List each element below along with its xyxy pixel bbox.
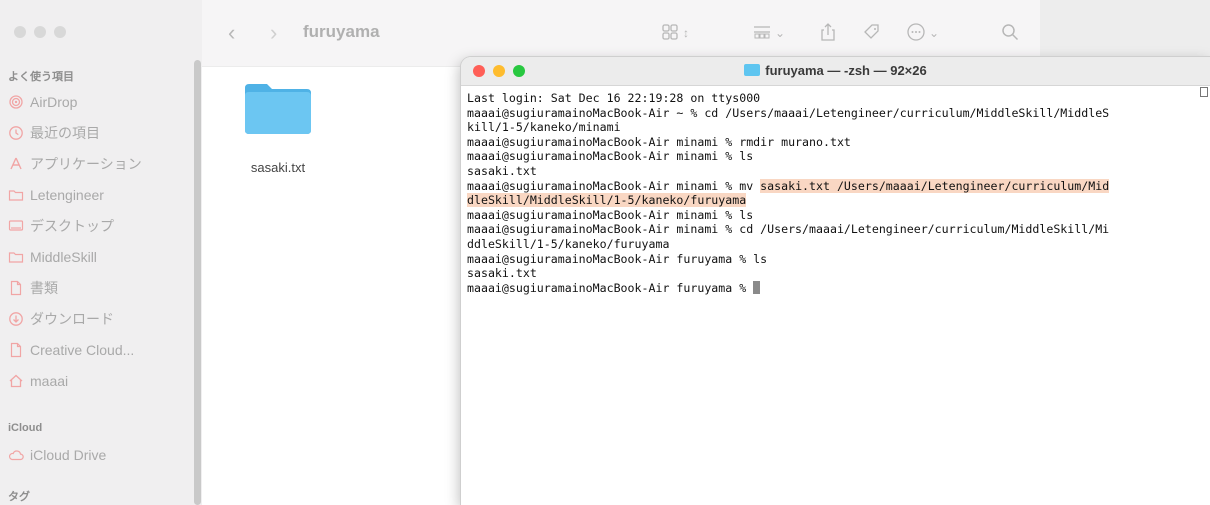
- terminal-titlebar[interactable]: furuyama — -zsh — 92×26: [461, 57, 1210, 86]
- desktop-icon: [8, 218, 24, 234]
- group-icon: [752, 22, 772, 45]
- terminal-line: sasaki.txt: [467, 266, 537, 281]
- sidebar-item-applications[interactable]: アプリケーション: [8, 152, 142, 176]
- sidebar-item-label: maaai: [30, 373, 69, 389]
- terminal-cursor: [753, 280, 761, 294]
- tag-icon: [862, 22, 882, 45]
- document-icon: [8, 342, 24, 358]
- forward-button[interactable]: ›: [270, 20, 277, 46]
- folder-icon: [243, 82, 313, 134]
- sidebar-item-label: Creative Cloud...: [30, 342, 135, 358]
- more-icon: [906, 22, 926, 45]
- grid-view-icon: [660, 22, 680, 45]
- chevron-down-icon: ⌄: [775, 26, 786, 40]
- terminal-prompt: maaai@sugiuramainoMacBook-Air minami % m…: [467, 178, 761, 193]
- sidebar-item-downloads[interactable]: ダウンロード: [8, 307, 114, 331]
- view-mode-button[interactable]: ↕: [660, 22, 689, 44]
- folder-icon: [744, 64, 761, 76]
- terminal-title: furuyama — -zsh — 92×26: [461, 63, 1210, 78]
- terminal-selection: dleSkill/MiddleSkill/1-5/kaneko/furuyama: [467, 193, 747, 208]
- terminal-line: maaai@sugiuramainoMacBook-Air minami % r…: [467, 134, 851, 149]
- sidebar-item-recents[interactable]: 最近の項目: [8, 121, 100, 145]
- sidebar-scrollbar[interactable]: [194, 60, 201, 505]
- terminal-selection: sasaki.txt /Users/maaai/Letengineer/curr…: [760, 178, 1110, 193]
- terminal-line: maaai@sugiuramainoMacBook-Air minami % c…: [467, 222, 1110, 237]
- home-icon: [8, 373, 24, 389]
- apps-icon: [8, 156, 24, 172]
- terminal-line: maaai@sugiuramainoMacBook-Air furuyama %: [467, 280, 1204, 296]
- sidebar-item-creative-cloud[interactable]: Creative Cloud...: [8, 338, 134, 362]
- finder-sidebar: よく使う項目 AirDrop 最近の項目 アプリケーション Letenginee…: [0, 0, 202, 505]
- sidebar-item-airdrop[interactable]: AirDrop: [8, 90, 77, 114]
- terminal-line: dleSkill/MiddleSkill/1-5/kaneko/furuyama: [467, 193, 1204, 208]
- sidebar-section-icloud: iCloud: [8, 422, 43, 434]
- chevron-updown-icon: ↕: [683, 26, 689, 40]
- sidebar-item-documents[interactable]: 書類: [8, 276, 58, 300]
- airdrop-icon: [8, 94, 24, 110]
- terminal-prompt: maaai@sugiuramainoMacBook-Air furuyama %: [467, 280, 754, 295]
- file-item[interactable]: sasaki.txt: [228, 82, 328, 175]
- chevron-down-icon: ⌄: [929, 26, 940, 40]
- terminal-line: maaai@sugiuramainoMacBook-Air minami % l…: [467, 207, 754, 222]
- zoom-button[interactable]: [54, 26, 66, 38]
- clock-icon: [8, 125, 24, 141]
- terminal-line: maaai@sugiuramainoMacBook-Air minami % m…: [467, 178, 1204, 194]
- sidebar-item-icloud-drive[interactable]: iCloud Drive: [8, 443, 106, 467]
- sidebar-item-letengineer[interactable]: Letengineer: [8, 183, 104, 207]
- terminal-output[interactable]: Last login: Sat Dec 16 22:19:28 on ttys0…: [461, 86, 1210, 295]
- terminal-line: maaai@sugiuramainoMacBook-Air furuyama %…: [467, 251, 768, 266]
- sidebar-item-label: ダウンロード: [30, 311, 114, 327]
- terminal-line: maaai@sugiuramainoMacBook-Air minami % l…: [467, 149, 754, 164]
- search-icon: [1000, 22, 1020, 45]
- sidebar-item-label: 書類: [30, 280, 58, 296]
- sidebar-item-label: AirDrop: [30, 94, 78, 110]
- group-button[interactable]: ⌄: [752, 22, 785, 44]
- terminal-title-text: furuyama — -zsh — 92×26: [765, 63, 927, 78]
- share-icon: [818, 22, 838, 45]
- sidebar-item-middleskill[interactable]: MiddleSkill: [8, 245, 97, 269]
- cloud-icon: [8, 447, 24, 463]
- terminal-scrollbar[interactable]: [1200, 85, 1210, 505]
- minimize-button[interactable]: [34, 26, 46, 38]
- sidebar-item-desktop[interactable]: デスクトップ: [8, 214, 114, 238]
- terminal-line: ddleSkill/1-5/kaneko/furuyama: [467, 236, 670, 251]
- search-button[interactable]: [1000, 22, 1020, 44]
- terminal-line: kill/1-5/kaneko/minami: [467, 120, 621, 135]
- terminal-line: Last login: Sat Dec 16 22:19:28 on ttys0…: [467, 91, 761, 105]
- folder-icon: [8, 187, 24, 203]
- window-title: furuyama: [303, 22, 380, 41]
- sidebar-section-tags: タグ: [8, 491, 30, 503]
- back-button[interactable]: ‹: [228, 20, 235, 46]
- tag-button[interactable]: [862, 22, 882, 44]
- sidebar-item-label: MiddleSkill: [30, 249, 97, 265]
- sidebar-item-label: 最近の項目: [30, 125, 100, 141]
- sidebar-item-home[interactable]: maaai: [8, 369, 68, 393]
- file-name: sasaki.txt: [250, 160, 306, 175]
- download-icon: [8, 311, 24, 327]
- sidebar-item-label: iCloud Drive: [30, 447, 107, 463]
- close-button[interactable]: [14, 26, 26, 38]
- finder-window-controls: [14, 26, 66, 38]
- document-icon: [8, 280, 24, 296]
- folder-icon: [8, 249, 24, 265]
- sidebar-item-label: デスクトップ: [30, 218, 114, 234]
- sidebar-item-label: アプリケーション: [30, 156, 142, 172]
- share-button[interactable]: [818, 22, 838, 44]
- terminal-line: maaai@sugiuramainoMacBook-Air ~ % cd /Us…: [467, 105, 1110, 120]
- sidebar-item-label: Letengineer: [30, 187, 104, 203]
- action-button[interactable]: ⌄: [906, 22, 939, 44]
- sidebar-section-favorites: よく使う項目: [8, 71, 74, 83]
- terminal-window[interactable]: furuyama — -zsh — 92×26 Last login: Sat …: [461, 57, 1210, 505]
- terminal-line: sasaki.txt: [467, 163, 537, 178]
